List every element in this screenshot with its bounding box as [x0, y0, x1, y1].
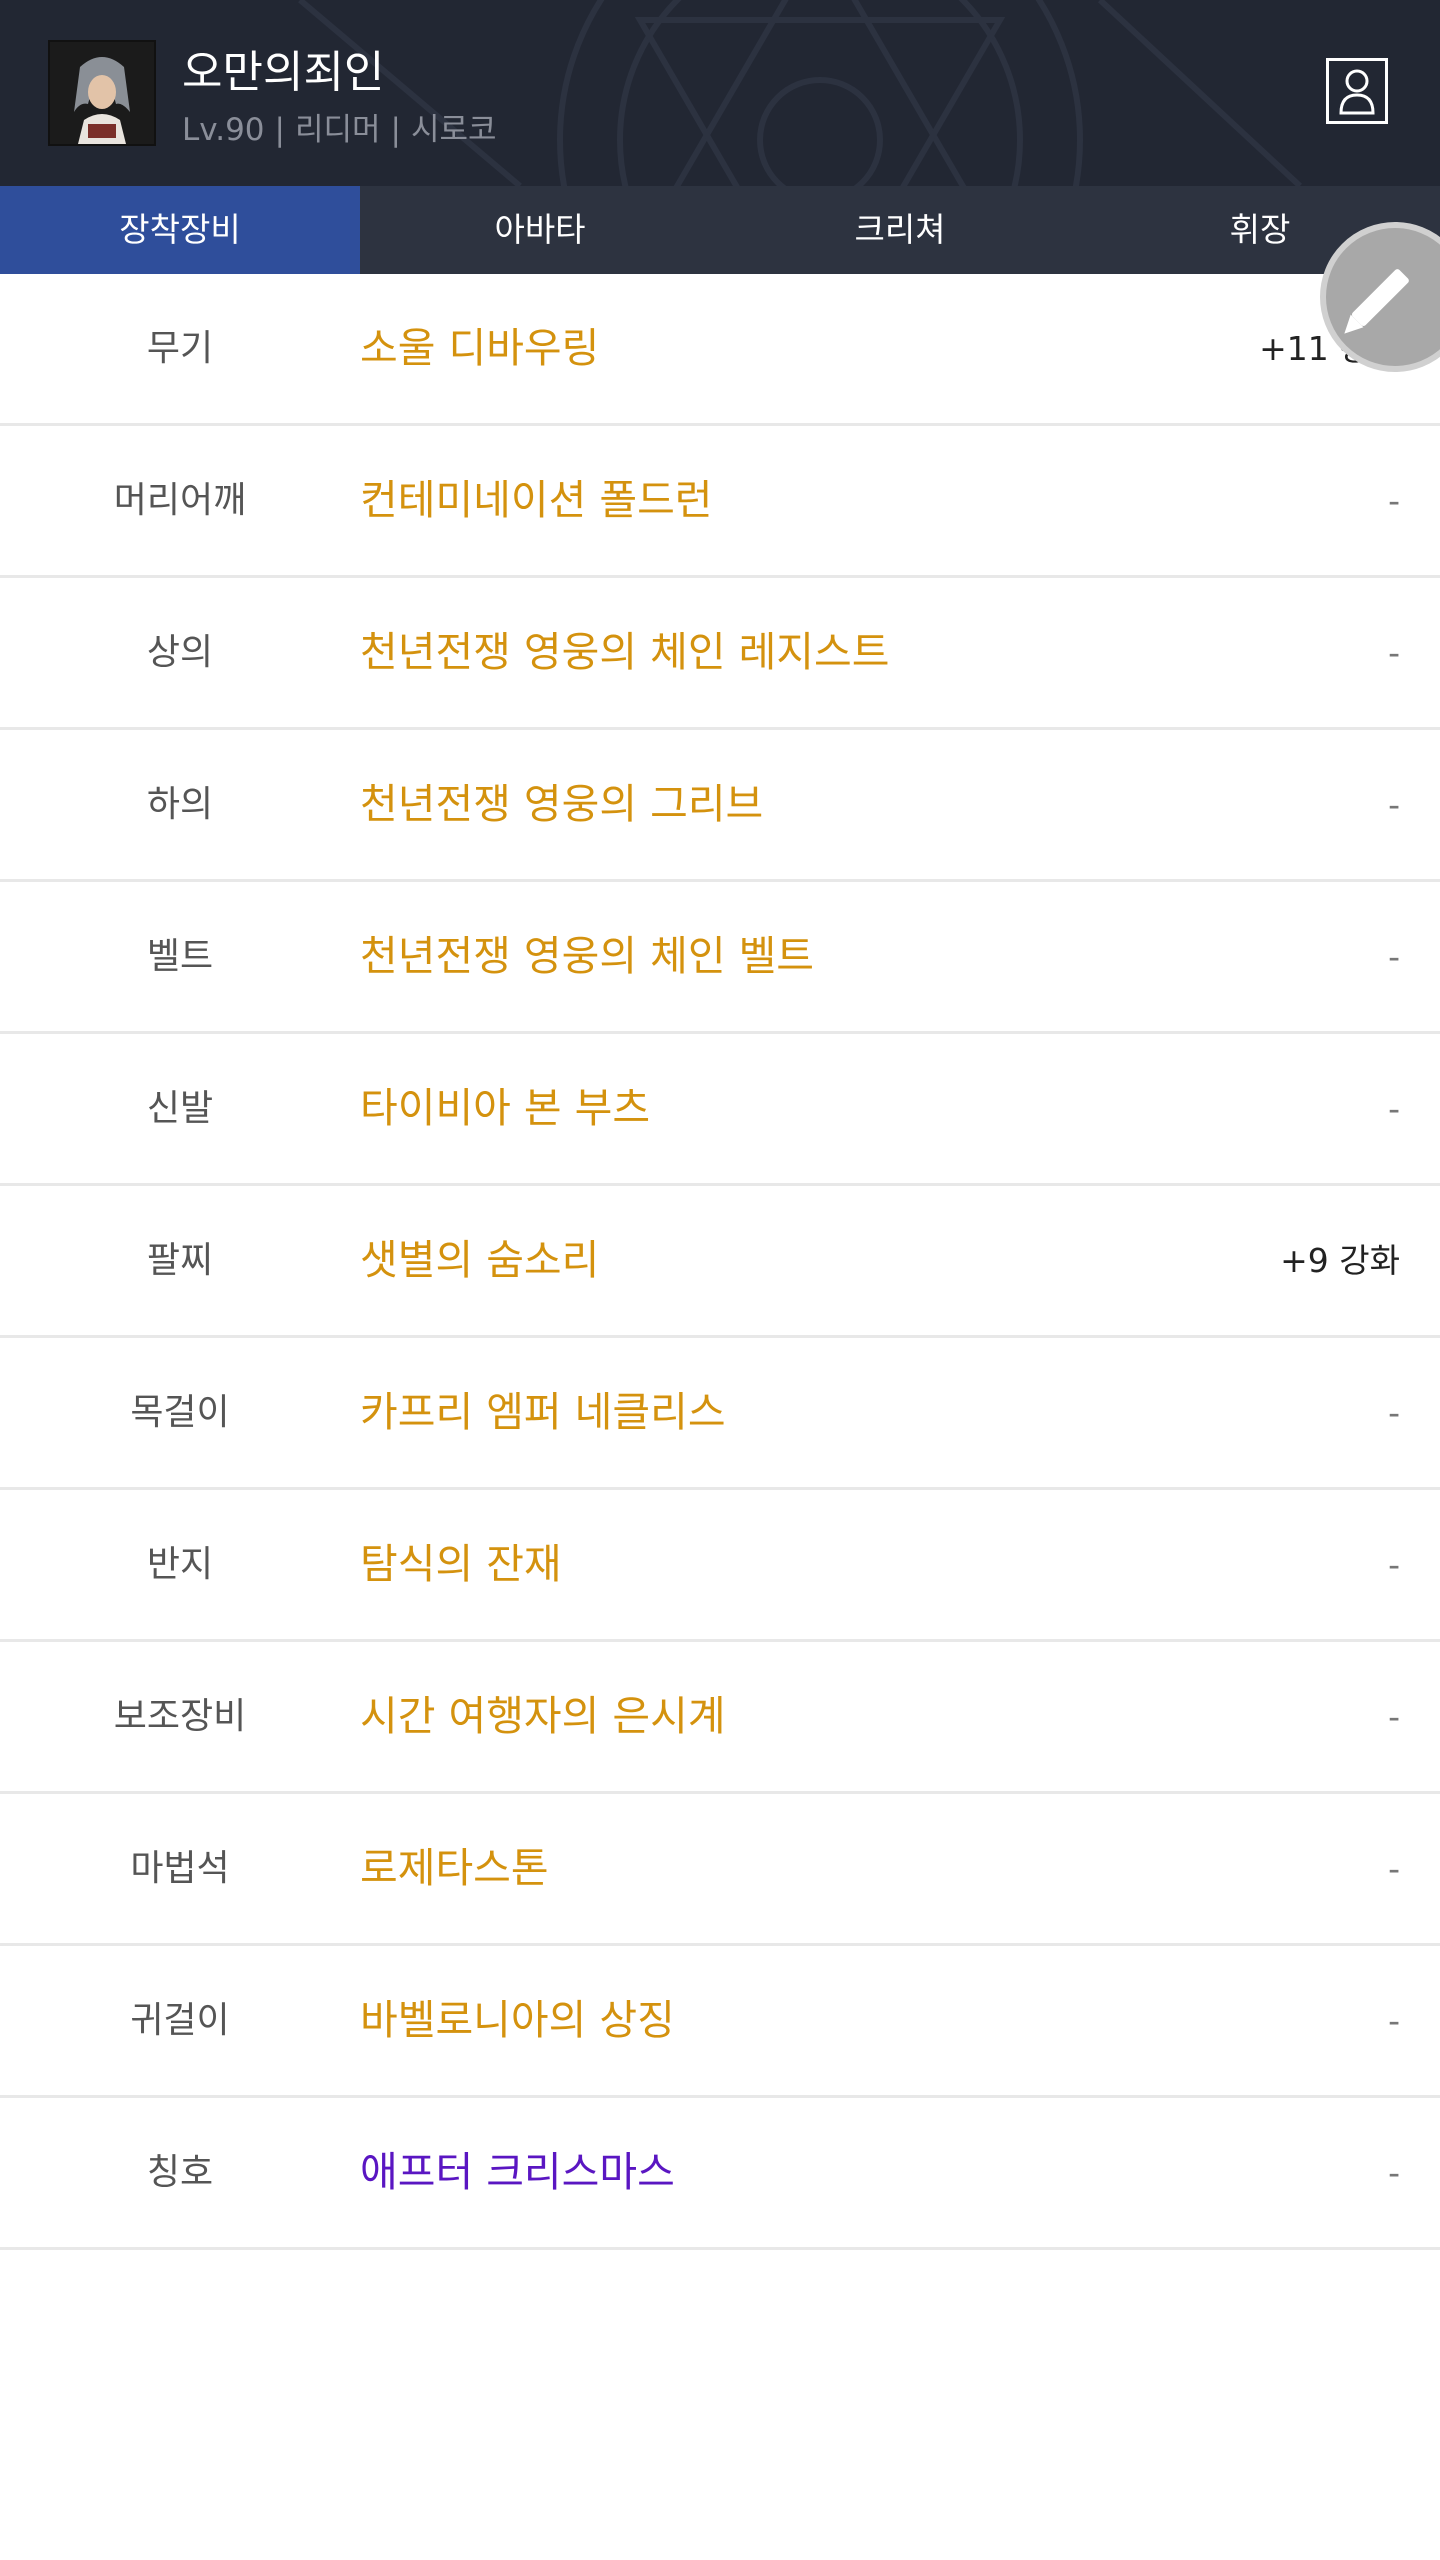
enhance-level: - — [1388, 2001, 1400, 2040]
list-item[interactable]: 목걸이 카프리 엠퍼 네클리스 - — [0, 1338, 1440, 1490]
character-avatar — [50, 42, 154, 144]
slot-label: 귀걸이 — [130, 2000, 230, 2041]
character-server: 시로코 — [410, 112, 497, 148]
character-info: Lv.90 | 리디머 | 시로코 — [182, 104, 497, 149]
enhance-level: - — [1388, 1697, 1400, 1736]
equipment-list: 무기 소울 디바우링 +11 강화 머리어깨 컨테미네이션 폴드런 - 상의 천… — [0, 274, 1440, 2250]
list-item[interactable]: 팔찌 샛별의 숨소리 +9 강화 — [0, 1186, 1440, 1338]
list-item[interactable]: 마법석 로제타스톤 - — [0, 1794, 1440, 1946]
slot-label: 무기 — [146, 328, 214, 369]
list-item[interactable]: 신발 타이비아 본 부츠 - — [0, 1034, 1440, 1186]
list-item[interactable]: 하의 천년전쟁 영웅의 그리브 - — [0, 730, 1440, 882]
slot-label: 마법석 — [130, 1848, 230, 1889]
list-item[interactable]: 귀걸이 바벨로니아의 상징 - — [0, 1946, 1440, 2098]
list-item[interactable]: 머리어깨 컨테미네이션 폴드런 - — [0, 426, 1440, 578]
list-item[interactable]: 칭호 애프터 크리스마스 - — [0, 2098, 1440, 2250]
profile-button[interactable] — [1326, 58, 1388, 124]
enhance-level: - — [1388, 481, 1400, 520]
enhance-level: - — [1388, 1089, 1400, 1128]
item-name: 천년전쟁 영웅의 체인 벨트 — [360, 932, 815, 980]
item-name: 컨테미네이션 폴드런 — [360, 476, 713, 524]
character-header: 오만의죄인 Lv.90 | 리디머 | 시로코 — [0, 0, 1440, 186]
item-name: 바벨로니아의 상징 — [360, 1996, 675, 2044]
pencil-icon — [1344, 269, 1409, 334]
item-name: 로제타스톤 — [360, 1844, 549, 1892]
tab-avatar[interactable]: 아바타 — [360, 186, 720, 274]
character-name: 오만의죄인 — [182, 47, 385, 98]
slot-label: 반지 — [146, 1544, 214, 1585]
enhance-level: - — [1388, 633, 1400, 672]
tab-creature[interactable]: 크리쳐 — [720, 186, 1080, 274]
slot-label: 목걸이 — [130, 1392, 230, 1433]
person-icon — [1339, 69, 1375, 115]
slot-label: 하의 — [146, 784, 214, 825]
enhance-level: - — [1388, 785, 1400, 824]
enhance-level: +9 강화 — [1280, 1241, 1400, 1280]
list-item[interactable]: 벨트 천년전쟁 영웅의 체인 벨트 - — [0, 882, 1440, 1034]
slot-label: 보조장비 — [113, 1696, 247, 1737]
enhance-level: - — [1388, 1849, 1400, 1888]
list-item[interactable]: 무기 소울 디바우링 +11 강화 — [0, 274, 1440, 426]
list-item[interactable]: 보조장비 시간 여행자의 은시계 - — [0, 1642, 1440, 1794]
item-name: 시간 여행자의 은시계 — [360, 1692, 726, 1740]
list-item[interactable]: 반지 탐식의 잔재 - — [0, 1490, 1440, 1642]
tab-equipped[interactable]: 장착장비 — [0, 186, 360, 274]
slot-label: 상의 — [146, 632, 214, 673]
character-class: 리디머 — [294, 112, 381, 148]
character-level: Lv.90 — [182, 112, 265, 148]
slot-label: 머리어깨 — [113, 480, 247, 521]
equipment-tabs: 장착장비 아바타 크리쳐 휘장 — [0, 186, 1440, 274]
item-name: 애프터 크리스마스 — [360, 2148, 675, 2196]
separator: | — [390, 112, 401, 148]
item-name: 샛별의 숨소리 — [360, 1236, 600, 1284]
slot-label: 신발 — [146, 1088, 214, 1129]
slot-label: 벨트 — [146, 936, 214, 977]
list-item[interactable]: 상의 천년전쟁 영웅의 체인 레지스트 - — [0, 578, 1440, 730]
slot-label: 팔찌 — [146, 1240, 214, 1281]
enhance-level: - — [1388, 2153, 1400, 2192]
enhance-level: - — [1388, 937, 1400, 976]
enhance-level: - — [1388, 1545, 1400, 1584]
enhance-level: - — [1388, 1393, 1400, 1432]
item-name: 천년전쟁 영웅의 그리브 — [360, 780, 764, 828]
item-name: 탐식의 잔재 — [360, 1540, 562, 1588]
item-name: 타이비아 본 부츠 — [360, 1084, 651, 1132]
item-name: 소울 디바우링 — [360, 324, 600, 372]
separator: | — [274, 112, 285, 148]
item-name: 카프리 엠퍼 네클리스 — [360, 1388, 726, 1436]
edit-button[interactable] — [1320, 222, 1440, 372]
item-name: 천년전쟁 영웅의 체인 레지스트 — [360, 628, 890, 676]
slot-label: 칭호 — [146, 2152, 214, 2193]
